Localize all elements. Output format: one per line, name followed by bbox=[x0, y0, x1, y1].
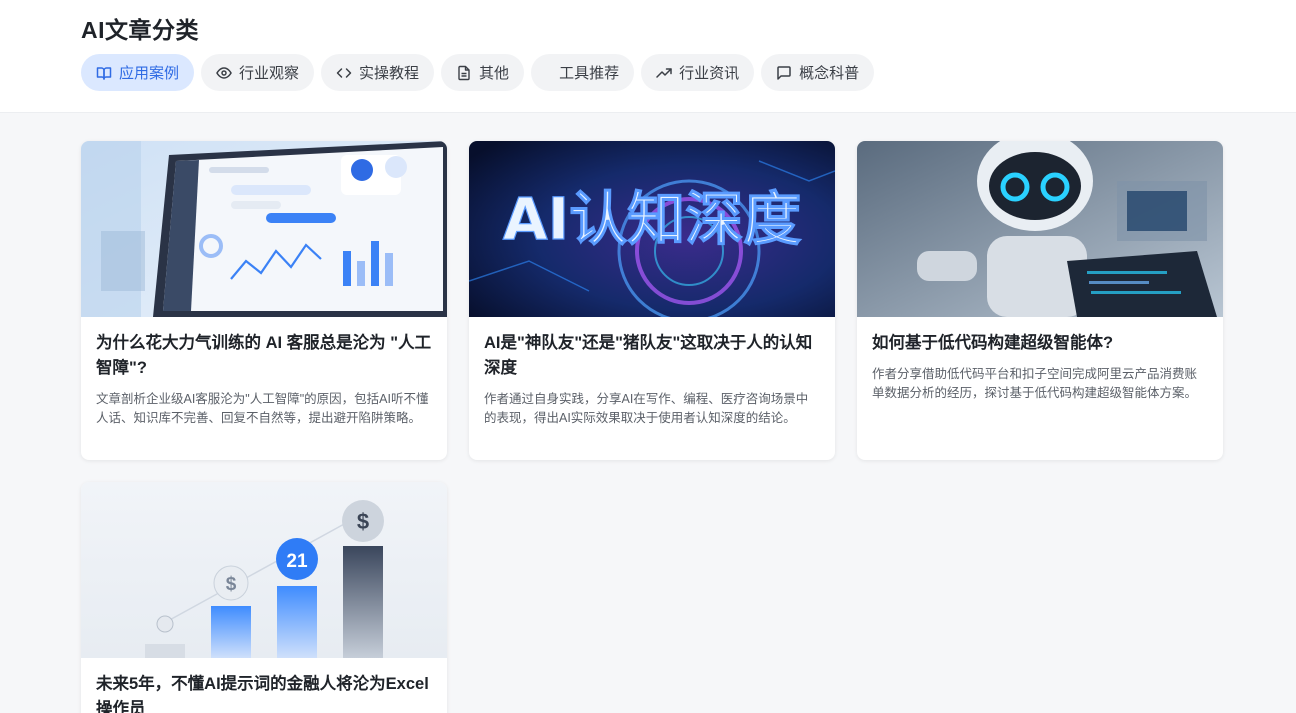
tab-label: 行业资讯 bbox=[679, 65, 740, 82]
tab-application-cases[interactable]: 应用案例 bbox=[81, 54, 195, 91]
page-header: AI文章分类 应用案例 行业观察 实操教程 其他 工具推荐 行业资讯 概念科普 bbox=[0, 0, 1296, 113]
tab-concept-explainers[interactable]: 概念科普 bbox=[761, 54, 875, 91]
eye-icon bbox=[216, 65, 232, 81]
code-icon bbox=[336, 65, 352, 81]
article-summary: 作者分享借助低代码平台和扣子空间完成阿里云产品消费账单数据分析的经历，探讨基于低… bbox=[872, 367, 1198, 400]
message-square-icon bbox=[776, 65, 792, 81]
badge-number: 21 bbox=[286, 551, 308, 572]
tab-other[interactable]: 其他 bbox=[441, 54, 525, 91]
article-title[interactable]: 为什么花大力气训练的 AI 客服总是沦为 "人工智障"? bbox=[96, 331, 432, 381]
article-card[interactable]: 为什么花大力气训练的 AI 客服总是沦为 "人工智障"? 文章剖析企业级AI客服… bbox=[81, 141, 447, 460]
tab-industry-observation[interactable]: 行业观察 bbox=[201, 54, 315, 91]
tab-label: 工具推荐 bbox=[559, 65, 620, 82]
tab-label: 其他 bbox=[479, 65, 510, 82]
article-thumbnail-ai-cognition: AI认知深度 bbox=[469, 141, 835, 317]
page-title: AI文章分类 bbox=[81, 17, 199, 43]
article-title[interactable]: 未来5年，不懂AI提示词的金融人将沦为Excel操作员 bbox=[96, 672, 432, 713]
article-thumbnail-finance-growth: $ 21 $ bbox=[81, 482, 447, 658]
tab-label: 应用案例 bbox=[119, 65, 180, 82]
article-card[interactable]: AI认知深度 AI是"神队友"还是"猪队友"这取决于人的认知深度 作者通过自身实… bbox=[469, 141, 835, 460]
article-card[interactable]: $ 21 $ 未来5年，不懂AI提示词的金融人将沦为Excel操作员 bbox=[81, 482, 447, 713]
file-text-icon bbox=[456, 65, 472, 81]
tab-industry-news[interactable]: 行业资讯 bbox=[641, 54, 755, 91]
article-title[interactable]: 如何基于低代码构建超级智能体? bbox=[872, 331, 1208, 356]
book-open-icon bbox=[96, 65, 112, 81]
tab-tool-recommendations[interactable]: 工具推荐 bbox=[531, 54, 635, 91]
article-summary: 作者通过自身实践，分享AI在写作、编程、医疗咨询场景中的表现，得出AI实际效果取… bbox=[484, 392, 809, 425]
thumbnail-text: AI认知深度 bbox=[503, 185, 801, 253]
article-thumbnail-dashboard bbox=[81, 141, 447, 317]
currency-symbol: $ bbox=[226, 574, 237, 595]
tab-label: 概念科普 bbox=[799, 65, 860, 82]
article-thumbnail-robot bbox=[857, 141, 1223, 317]
category-tabs: 应用案例 行业观察 实操教程 其他 工具推荐 行业资讯 概念科普 bbox=[81, 54, 875, 91]
tab-label: 行业观察 bbox=[239, 65, 300, 82]
article-title[interactable]: AI是"神队友"还是"猪队友"这取决于人的认知深度 bbox=[484, 331, 820, 381]
tab-label: 实操教程 bbox=[359, 65, 420, 82]
article-card[interactable]: 如何基于低代码构建超级智能体? 作者分享借助低代码平台和扣子空间完成阿里云产品消… bbox=[857, 141, 1223, 460]
trending-up-icon bbox=[656, 65, 672, 81]
tab-tutorials[interactable]: 实操教程 bbox=[321, 54, 435, 91]
currency-symbol: $ bbox=[357, 509, 369, 534]
article-summary: 文章剖析企业级AI客服沦为"人工智障"的原因，包括AI听不懂人话、知识库不完善、… bbox=[96, 392, 429, 425]
